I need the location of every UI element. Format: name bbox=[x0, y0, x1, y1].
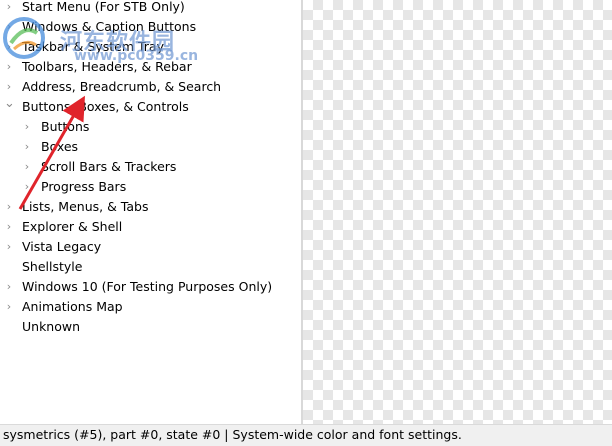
tree-item-label: Scroll Bars & Trackers bbox=[41, 159, 177, 174]
tree-item[interactable]: › Windows & Caption Buttons bbox=[0, 17, 301, 37]
tree-item[interactable]: › Windows 10 (For Testing Purposes Only) bbox=[0, 277, 301, 297]
chevron-right-icon[interactable]: › bbox=[22, 177, 32, 197]
chevron-right-icon[interactable]: › bbox=[4, 17, 14, 37]
tree-item-label: Progress Bars bbox=[41, 179, 127, 194]
tree-item[interactable]: › Scroll Bars & Trackers bbox=[0, 157, 301, 177]
chevron-down-icon[interactable]: ⌄ bbox=[4, 97, 15, 117]
tree-item[interactable]: Unknown bbox=[0, 317, 301, 337]
tree-item-label: Address, Breadcrumb, & Search bbox=[22, 79, 222, 94]
theme-parts-tree[interactable]: › Start Menu (For STB Only) › Windows & Cap… bbox=[0, 0, 301, 424]
tree-item-label: Vista Legacy bbox=[22, 239, 102, 254]
tree-item[interactable]: › Start Menu (For STB Only) bbox=[0, 0, 301, 17]
chevron-right-icon[interactable]: › bbox=[22, 157, 32, 177]
tree-item-label: Animations Map bbox=[22, 299, 123, 314]
tree-item[interactable]: › Explorer & Shell bbox=[0, 217, 301, 237]
tree-item[interactable]: › Vista Legacy bbox=[0, 237, 301, 257]
tree-item[interactable]: › Buttons bbox=[0, 117, 301, 137]
chevron-right-icon[interactable]: › bbox=[4, 0, 14, 17]
chevron-right-icon[interactable]: › bbox=[4, 277, 14, 297]
tree-item-label: Windows 10 (For Testing Purposes Only) bbox=[22, 279, 273, 294]
chevron-right-icon[interactable]: › bbox=[22, 137, 32, 157]
preview-canvas bbox=[303, 0, 612, 424]
tree-item-label: Buttons bbox=[41, 119, 90, 134]
chevron-right-icon[interactable]: › bbox=[4, 237, 14, 257]
chevron-right-icon[interactable]: › bbox=[4, 297, 14, 317]
tree-item[interactable]: › Animations Map bbox=[0, 297, 301, 317]
tree-item-label: Shellstyle bbox=[22, 259, 83, 274]
chevron-right-icon[interactable]: › bbox=[4, 37, 14, 57]
tree-item[interactable]: Shellstyle bbox=[0, 257, 301, 277]
tree-item-label: Buttons, Boxes, & Controls bbox=[22, 99, 189, 114]
chevron-right-icon[interactable]: › bbox=[4, 197, 14, 217]
chevron-right-icon[interactable]: › bbox=[22, 117, 32, 137]
tree-item-label: Windows & Caption Buttons bbox=[22, 19, 197, 34]
tree-item[interactable]: ⌄ Buttons, Boxes, & Controls bbox=[0, 97, 301, 117]
tree-item-label: Start Menu (For STB Only) bbox=[22, 0, 185, 14]
tree-item[interactable]: › Taskbar & System Tray bbox=[0, 37, 301, 57]
tree-item-label: Lists, Menus, & Tabs bbox=[22, 199, 149, 214]
tree-item[interactable]: › Toolbars, Headers, & Rebar bbox=[0, 57, 301, 77]
tree-item[interactable]: › Address, Breadcrumb, & Search bbox=[0, 77, 301, 97]
tree-item-label: Taskbar & System Tray bbox=[22, 39, 164, 54]
tree-item[interactable]: › Progress Bars bbox=[0, 177, 301, 197]
tree-item[interactable]: › Lists, Menus, & Tabs bbox=[0, 197, 301, 217]
chevron-right-icon[interactable]: › bbox=[4, 57, 14, 77]
tree-item[interactable]: › Boxes bbox=[0, 137, 301, 157]
chevron-right-icon[interactable]: › bbox=[4, 77, 14, 97]
tree-item-label: Boxes bbox=[41, 139, 79, 154]
status-text: sysmetrics (#5), part #0, state #0 | Sys… bbox=[3, 427, 462, 442]
tree-item-label: Explorer & Shell bbox=[22, 219, 123, 234]
chevron-right-icon[interactable]: › bbox=[4, 217, 14, 237]
tree-item-label: Unknown bbox=[22, 319, 81, 334]
tree-item-label: Toolbars, Headers, & Rebar bbox=[22, 59, 192, 74]
status-bar: sysmetrics (#5), part #0, state #0 | Sys… bbox=[0, 424, 612, 446]
